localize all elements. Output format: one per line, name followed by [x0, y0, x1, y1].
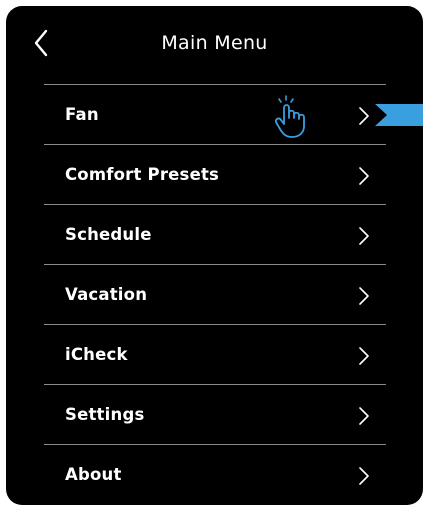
menu-item-label: Comfort Presets — [65, 165, 220, 184]
menu-item-label: Vacation — [65, 285, 148, 304]
menu-item-label: Settings — [65, 405, 145, 424]
chevron-right-icon — [359, 467, 369, 485]
menu-item-label: Schedule — [65, 225, 152, 244]
main-menu-list: Fan Comfort Presets Schedule Vacation iC… — [44, 84, 386, 504]
menu-item-comfort-presets[interactable]: Comfort Presets — [44, 144, 386, 204]
menu-item-fan[interactable]: Fan — [44, 84, 386, 144]
menu-item-schedule[interactable]: Schedule — [44, 204, 386, 264]
thermostat-screen: Main Menu Fan Comfort Presets Schedule V… — [6, 6, 423, 505]
menu-item-label: About — [65, 465, 122, 484]
chevron-right-icon — [359, 347, 369, 365]
menu-item-label: iCheck — [65, 345, 128, 364]
chevron-right-icon — [359, 287, 369, 305]
chevron-right-icon — [359, 227, 369, 245]
pointer-tab-icon — [375, 104, 423, 126]
chevron-right-icon — [359, 167, 369, 185]
menu-item-settings[interactable]: Settings — [44, 384, 386, 444]
header: Main Menu — [6, 6, 423, 84]
menu-item-about[interactable]: About — [44, 444, 386, 504]
page-title: Main Menu — [161, 32, 268, 54]
chevron-right-icon — [359, 407, 369, 425]
menu-item-vacation[interactable]: Vacation — [44, 264, 386, 324]
menu-item-label: Fan — [65, 105, 99, 124]
tap-hand-icon — [274, 95, 305, 138]
menu-item-icheck[interactable]: iCheck — [44, 324, 386, 384]
chevron-right-icon — [359, 107, 369, 125]
